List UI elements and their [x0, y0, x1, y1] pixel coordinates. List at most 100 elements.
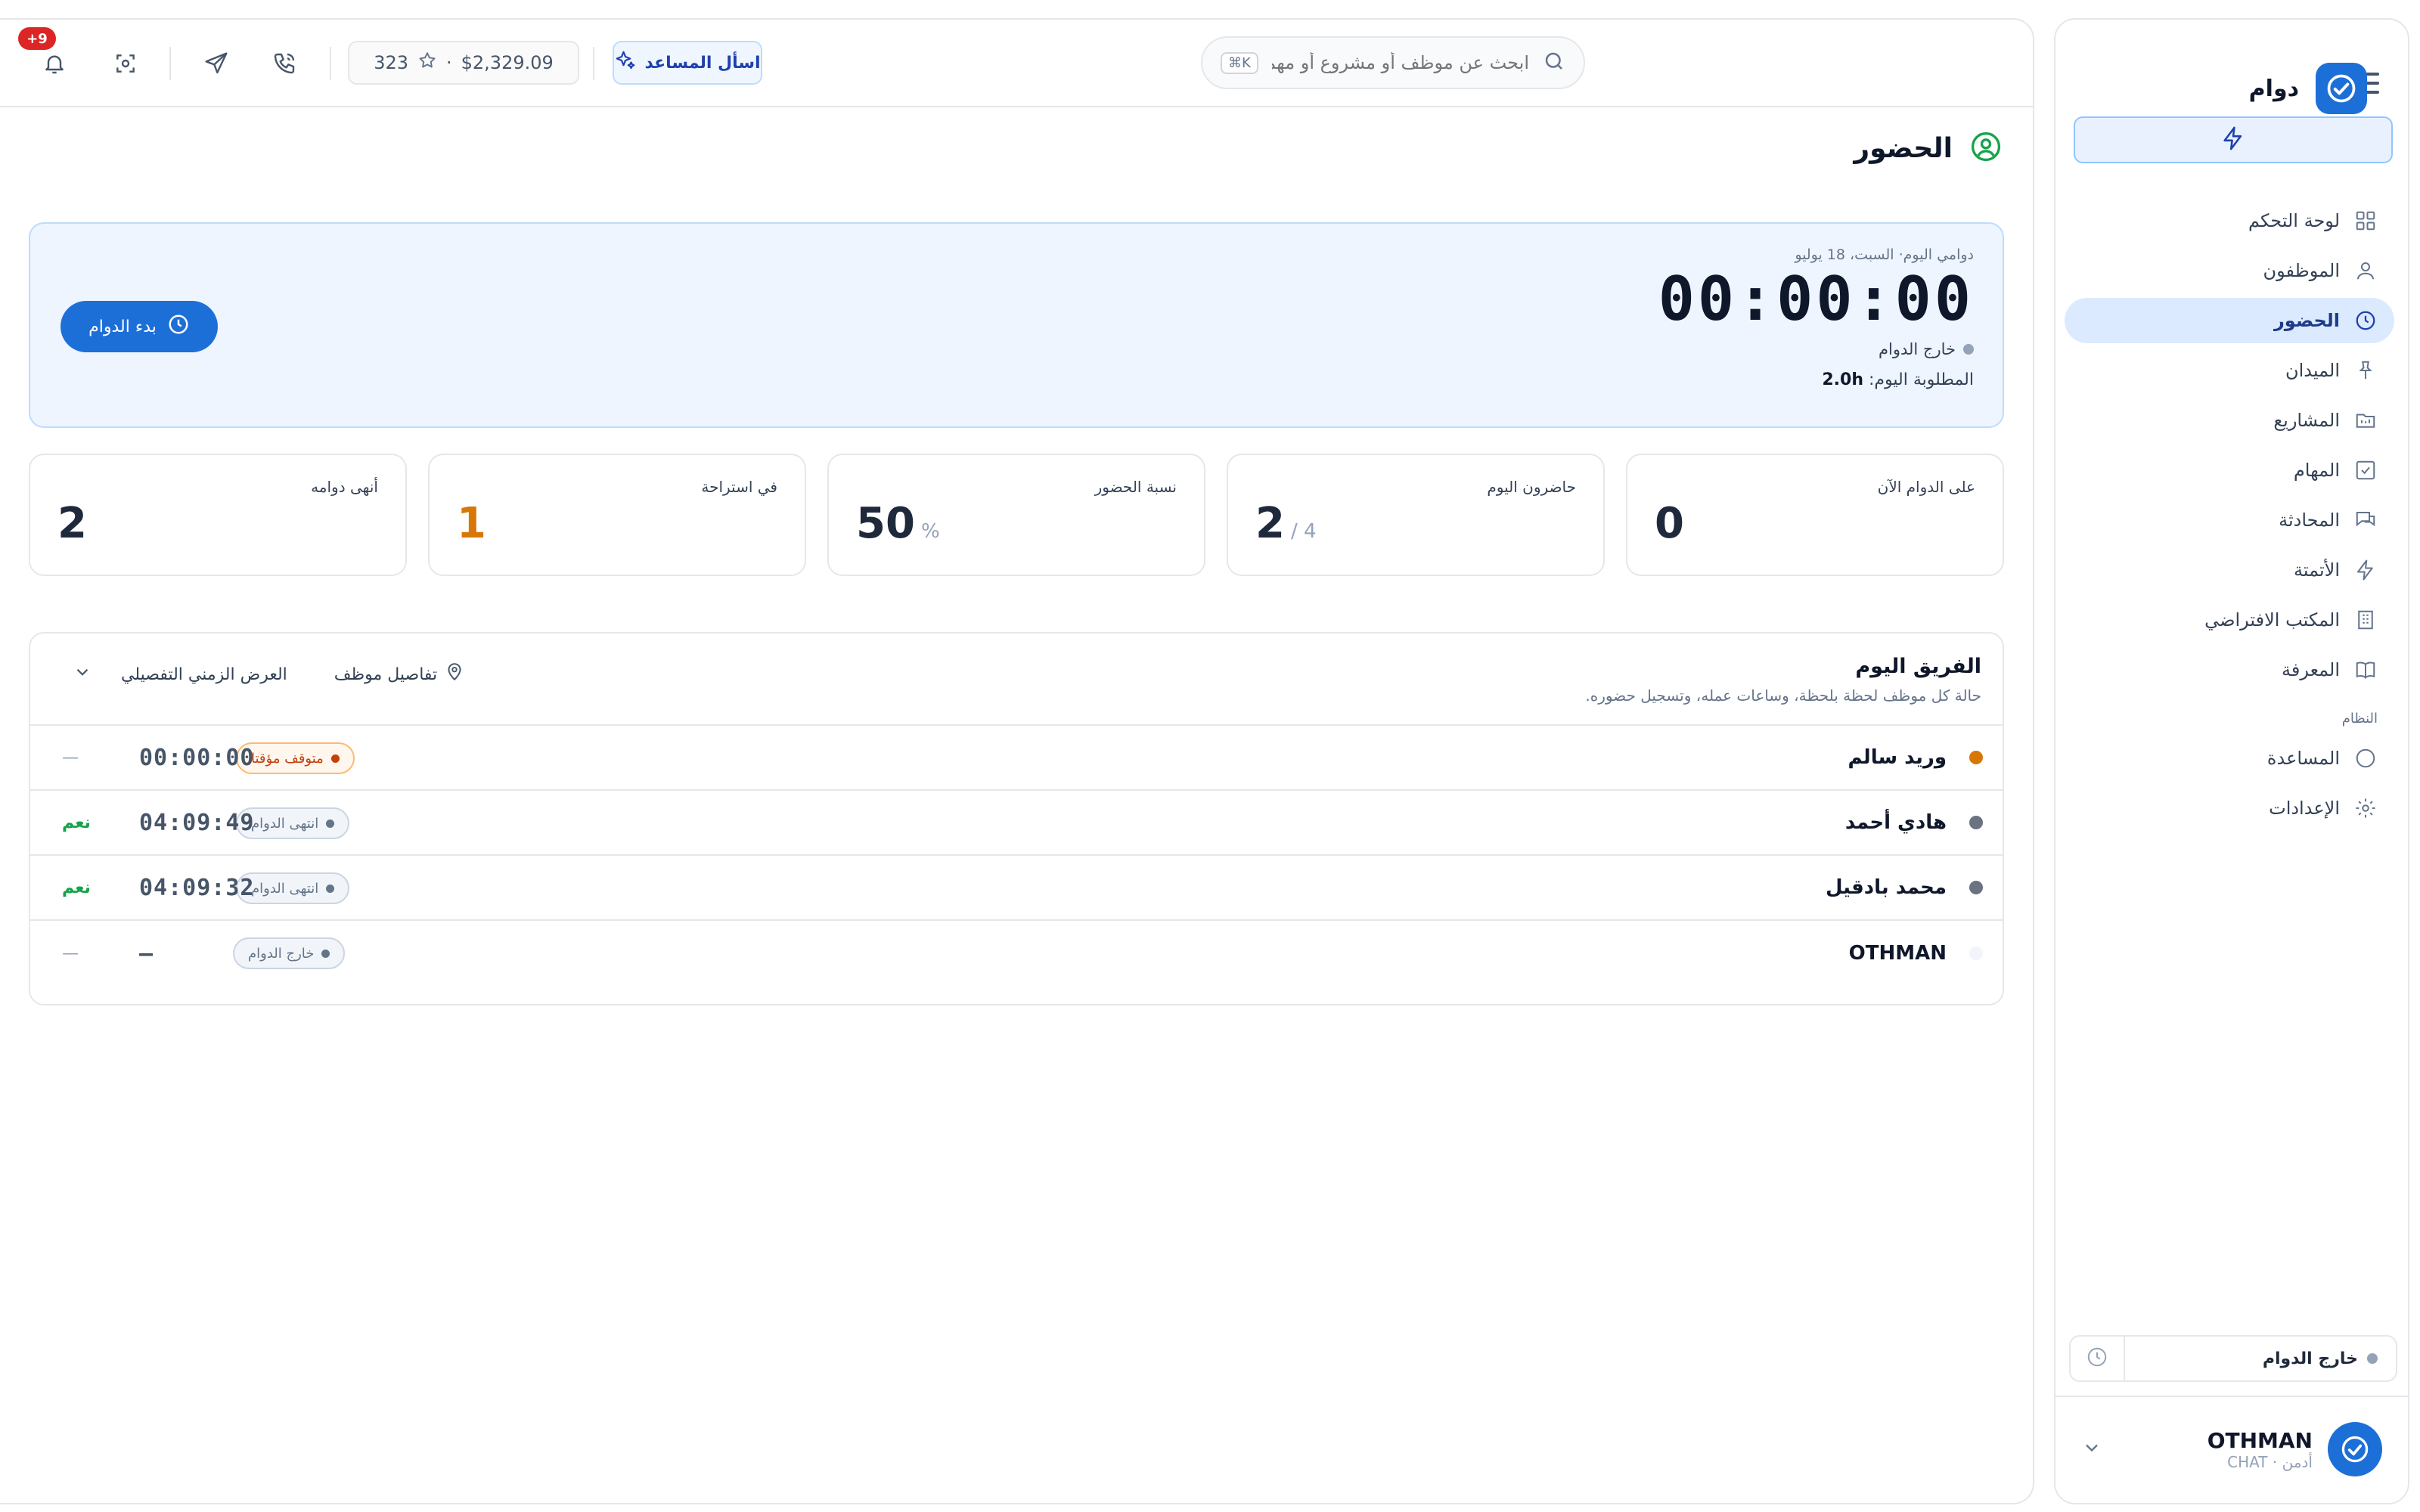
bell-icon[interactable]	[36, 45, 73, 82]
required-label: المطلوبة اليوم:	[1869, 370, 1974, 389]
employee-name: OTHMAN	[1848, 942, 1947, 965]
stat-sub: / 4	[1290, 520, 1317, 543]
sidebar-item-help[interactable]: المساعدة	[2065, 736, 2394, 781]
employee-cell: هادي أحمد	[1845, 791, 1983, 854]
chevron-down-icon[interactable]	[2081, 1437, 2102, 1461]
send-icon[interactable]	[198, 45, 234, 82]
badge-dot	[326, 884, 335, 893]
start-shift-button[interactable]: بدء الدوام	[60, 301, 218, 352]
sparkles-icon	[614, 49, 637, 76]
avatar	[2328, 1422, 2382, 1476]
employee-cell: محمد بادقيل	[1826, 856, 1983, 919]
main-panel: ⌘K اسأل المساعد 323 · $2,329.09 +9 الحضو…	[0, 18, 2034, 1504]
start-shift-label: بدء الدوام	[88, 317, 157, 336]
ask-assistant-button[interactable]: اسأل المساعد	[613, 41, 762, 85]
scan-icon[interactable]	[107, 45, 144, 82]
checkbox-icon	[2353, 458, 2378, 482]
search-box[interactable]: ⌘K	[1201, 36, 1585, 89]
status-dot	[1963, 344, 1974, 355]
sidebar-item-label: المعرفة	[2281, 659, 2340, 680]
badge-dot	[330, 754, 340, 763]
attendance-mark: —	[62, 748, 79, 767]
sidebar-item-chat[interactable]: المحادثة	[2065, 497, 2394, 543]
timeline-dropdown[interactable]: العرض الزمني التفصيلي	[73, 662, 287, 686]
points-value: 323	[374, 52, 408, 73]
topbar: ⌘K اسأل المساعد 323 · $2,329.09 +9	[0, 20, 2033, 107]
notification-badge: +9	[18, 27, 56, 50]
employee-name: هادي أحمد	[1844, 811, 1947, 834]
stat-value: 1	[457, 499, 486, 548]
sidebar-nav: لوحة التحكم الموظفون الحضور الميدان المش…	[2065, 198, 2394, 835]
sidebar-item-virtual-office[interactable]: المكتب الافتراضي	[2065, 597, 2394, 643]
sidebar-item-projects[interactable]: المشاريع	[2065, 398, 2394, 443]
sidebar-item-label: الميدان	[2285, 360, 2340, 381]
wallet-widget[interactable]: 323 · $2,329.09	[348, 41, 579, 85]
employee-name: وريد سالم	[1848, 746, 1947, 769]
profile-subtitle: أدمن · CHAT	[2227, 1452, 2313, 1471]
sidebar-item-employees[interactable]: الموظفون	[2065, 248, 2394, 293]
sidebar-item-dashboard[interactable]: لوحة التحكم	[2065, 198, 2394, 243]
shift-timer: 00:00:00	[1658, 264, 1974, 334]
stat-card-present-today: حاضرون اليوم 2/ 4	[1227, 454, 1605, 576]
book-icon	[2353, 658, 2378, 682]
stats-row: على الدوام الآن 0 حاضرون اليوم 2/ 4 نسبة…	[29, 454, 2004, 576]
sidebar-shift-status[interactable]: خارج الدوام	[2069, 1335, 2397, 1382]
stat-label: نسبة الحضور	[1094, 478, 1177, 496]
sidebar-item-label: المكتب الافتراضي	[2204, 609, 2340, 631]
stat-number: 1	[457, 499, 486, 548]
quick-action-button[interactable]	[2074, 116, 2393, 163]
location-pin-icon	[445, 662, 464, 686]
status-dot	[1969, 947, 1983, 960]
user-profile[interactable]: OTHMAN أدمن · CHAT	[2055, 1396, 2408, 1501]
stat-card-on-break: في استراحة 1	[428, 454, 806, 576]
phone-icon[interactable]	[266, 45, 302, 82]
table-row[interactable]: وريد سالم متوقف مؤقتا 00:00:00 —	[30, 726, 2003, 791]
status-text: خارج الدوام	[248, 945, 315, 962]
employee-details-button[interactable]: تفاصيل موظف	[334, 662, 464, 686]
sidebar-item-settings[interactable]: الإعدادات	[2065, 785, 2394, 831]
sidebar-item-label: المشاريع	[2273, 410, 2340, 431]
table-row[interactable]: محمد بادقيل انتهى الدوام 04:09:32 نعم	[30, 856, 2003, 921]
bolt-icon	[2220, 125, 2246, 154]
stat-value: 50%	[856, 499, 940, 548]
shift-status-text: خارج الدوام	[2262, 1349, 2358, 1368]
table-row[interactable]: هادي أحمد انتهى الدوام 04:09:49 نعم	[30, 791, 2003, 856]
pin-icon	[2353, 358, 2378, 383]
chevron-down-icon	[73, 662, 92, 686]
work-time: 04:09:49	[139, 809, 255, 836]
stat-number: 2	[57, 499, 87, 548]
attendance-mark: نعم	[62, 813, 91, 832]
sidebar-item-automation[interactable]: الأتمتة	[2065, 547, 2394, 593]
shift-clock-button[interactable]	[2071, 1337, 2125, 1380]
search-input[interactable]	[1270, 51, 1531, 74]
sidebar-item-knowledge[interactable]: المعرفة	[2065, 647, 2394, 692]
stat-label: في استراحة	[701, 478, 777, 496]
employee-cell: OTHMAN	[1849, 921, 1983, 986]
help-circle-icon	[2353, 746, 2378, 770]
sidebar-item-field[interactable]: الميدان	[2065, 348, 2394, 393]
badge-dot	[321, 949, 330, 958]
sidebar-item-attendance[interactable]: الحضور	[2065, 298, 2394, 343]
status-dot	[1969, 816, 1983, 829]
sidebar-item-label: المهام	[2293, 460, 2340, 481]
shift-state: خارج الدوام	[1658, 340, 1974, 358]
profile-name: OTHMAN	[2207, 1427, 2313, 1453]
sidebar-item-label: المحادثة	[2279, 510, 2340, 531]
wallet-amount: $2,329.09	[461, 52, 554, 73]
required-value: 2.0h	[1822, 370, 1863, 389]
table-row[interactable]: OTHMAN خارج الدوام — —	[30, 921, 2003, 986]
stat-card-on-shift: على الدوام الآن 0	[1626, 454, 2004, 576]
team-actions: العرض الزمني التفصيلي تفاصيل موظف	[73, 662, 464, 686]
dashboard-icon	[2353, 209, 2378, 233]
sidebar-item-tasks[interactable]: المهام	[2065, 448, 2394, 493]
team-subtitle: حالة كل موظف لحظة بلحظة، وساعات عمله، وت…	[1585, 686, 1981, 705]
employee-name: محمد بادقيل	[1825, 876, 1947, 899]
status-text: انتهى الدوام	[251, 880, 319, 897]
sidebar: دوام لوحة التحكم الموظفون الحضور الميدان…	[2054, 18, 2409, 1504]
brand-name: دوام	[2248, 75, 2299, 102]
bolt-icon	[2353, 558, 2378, 582]
team-header: الفريق اليوم حالة كل موظف لحظة بلحظة، وس…	[30, 634, 2003, 726]
brand-logo-icon	[2316, 63, 2367, 114]
shift-state-text: خارج الدوام	[1879, 340, 1956, 358]
badge-dot	[326, 819, 335, 828]
